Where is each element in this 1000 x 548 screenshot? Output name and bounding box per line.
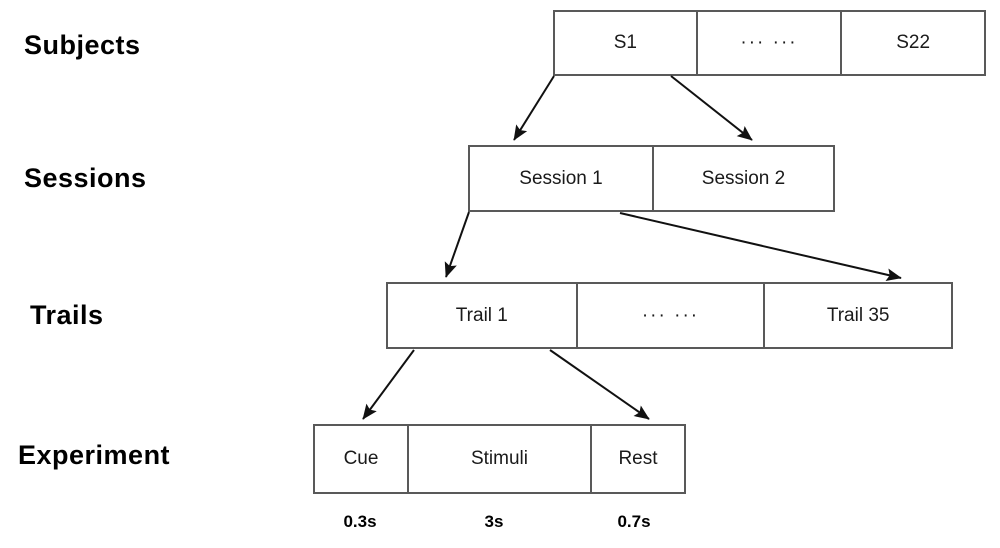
experiment-cell-stimuli[interactable]: Stimuli xyxy=(406,426,590,492)
subjects-row: S1 ··· ··· S22 xyxy=(553,10,986,76)
sessions-row: Session 1 Session 2 xyxy=(468,145,835,212)
arrow-trail-to-rest xyxy=(549,349,650,420)
row-label-experiment: Experiment xyxy=(18,440,171,470)
subject-cell-s1[interactable]: S1 xyxy=(555,12,696,74)
trail-cell-1[interactable]: Trail 1 xyxy=(388,284,576,347)
trail-cell-35[interactable]: Trail 35 xyxy=(763,284,951,347)
experiment-cell-cue[interactable]: Cue xyxy=(315,426,407,492)
session-cell-2[interactable]: Session 2 xyxy=(651,147,833,210)
trail-cell-ellipsis: ··· ··· xyxy=(575,284,764,347)
row-label-sessions: Sessions xyxy=(24,163,147,193)
timing-label-stimuli: 3s xyxy=(484,512,504,531)
arrow-trail-to-cue xyxy=(362,349,415,420)
arrow-session1-to-trail1 xyxy=(444,211,470,278)
experiment-cell-rest[interactable]: Rest xyxy=(590,426,684,492)
diagram-canvas: Subjects Sessions Trails Experiment S1 ·… xyxy=(0,0,1000,548)
experiment-row: Cue Stimuli Rest xyxy=(313,424,686,494)
subject-cell-ellipsis: ··· ··· xyxy=(695,12,841,74)
row-label-trails: Trails xyxy=(30,300,104,330)
timing-label-rest: 0.7s xyxy=(617,512,651,531)
row-label-subjects: Subjects xyxy=(24,30,141,60)
arrow-session-to-trail35 xyxy=(619,212,902,281)
subject-cell-s22[interactable]: S22 xyxy=(840,12,984,74)
arrow-subjects-to-session2 xyxy=(670,75,753,141)
session-cell-1[interactable]: Session 1 xyxy=(470,147,652,210)
arrow-subjects-to-session1 xyxy=(513,75,555,141)
timing-label-cue: 0.3s xyxy=(343,512,377,531)
trails-row: Trail 1 ··· ··· Trail 35 xyxy=(386,282,953,349)
